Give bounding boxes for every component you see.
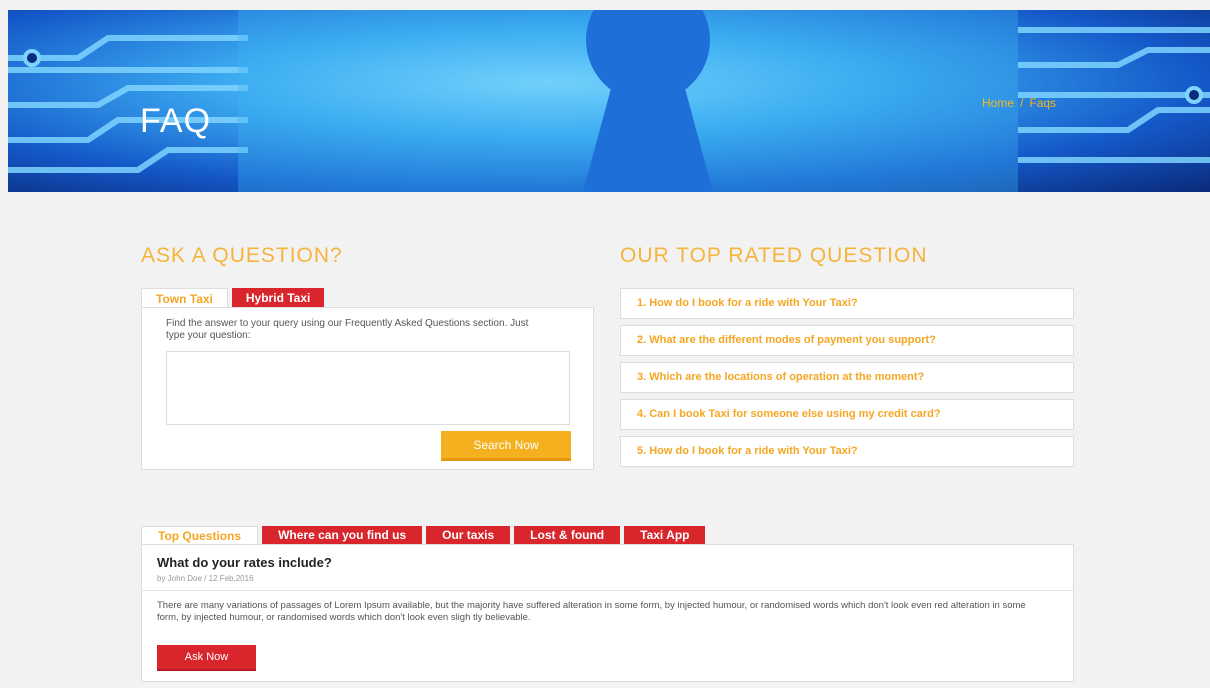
faq-answer-body: There are many variations of passages of… xyxy=(157,600,1026,623)
divider xyxy=(142,590,1073,591)
top-rated-heading: OUR TOP RATED QUESTION xyxy=(620,244,928,267)
breadcrumb-home-link[interactable]: Home xyxy=(982,96,1014,110)
faq-answer-meta: by John Doe / 12 Feb,2016 xyxy=(157,574,254,583)
tab-town-taxi[interactable]: Town Taxi xyxy=(141,288,228,308)
top-questions-list: 1. How do I book for a ride with Your Ta… xyxy=(620,288,1074,473)
ask-now-button[interactable]: Ask Now xyxy=(157,645,256,671)
question-item[interactable]: 5. How do I book for a ride with Your Ta… xyxy=(620,436,1074,467)
tab-where-find-us[interactable]: Where can you find us xyxy=(262,526,423,545)
question-item[interactable]: 2. What are the different modes of payme… xyxy=(620,325,1074,356)
ask-question-panel: Find the answer to your query using our … xyxy=(141,307,594,470)
tab-taxi-app[interactable]: Taxi App xyxy=(624,526,706,545)
question-item[interactable]: 1. How do I book for a ride with Your Ta… xyxy=(620,288,1074,319)
ask-question-heading: ASK A QUESTION? xyxy=(141,244,343,267)
tab-our-taxis[interactable]: Our taxis xyxy=(426,526,511,545)
tab-hybrid-taxi[interactable]: Hybrid Taxi xyxy=(231,288,325,308)
breadcrumb-separator: / xyxy=(1020,96,1024,110)
tab-top-questions[interactable]: Top Questions xyxy=(141,526,259,545)
breadcrumb: Home / Faqs xyxy=(982,96,1056,110)
ask-description: Find the answer to your query using our … xyxy=(166,318,529,341)
question-item[interactable]: 3. Which are the locations of operation … xyxy=(620,362,1074,393)
faq-category-tabs: Top Questions Where can you find us Our … xyxy=(141,526,709,545)
faq-answer-panel: What do your rates include? by John Doe … xyxy=(141,544,1074,682)
ask-tabs: Town Taxi Hybrid Taxi xyxy=(141,288,328,308)
hero-banner: FAQ Home / Faqs xyxy=(8,10,1210,192)
question-item[interactable]: 4. Can I book Taxi for someone else usin… xyxy=(620,399,1074,430)
page-title: FAQ xyxy=(140,102,212,140)
question-textarea[interactable] xyxy=(166,351,570,425)
faq-answer-title: What do your rates include? xyxy=(157,555,332,570)
breadcrumb-current: Faqs xyxy=(1029,96,1057,110)
tab-lost-found[interactable]: Lost & found xyxy=(514,526,621,545)
search-now-button[interactable]: Search Now xyxy=(441,431,571,461)
